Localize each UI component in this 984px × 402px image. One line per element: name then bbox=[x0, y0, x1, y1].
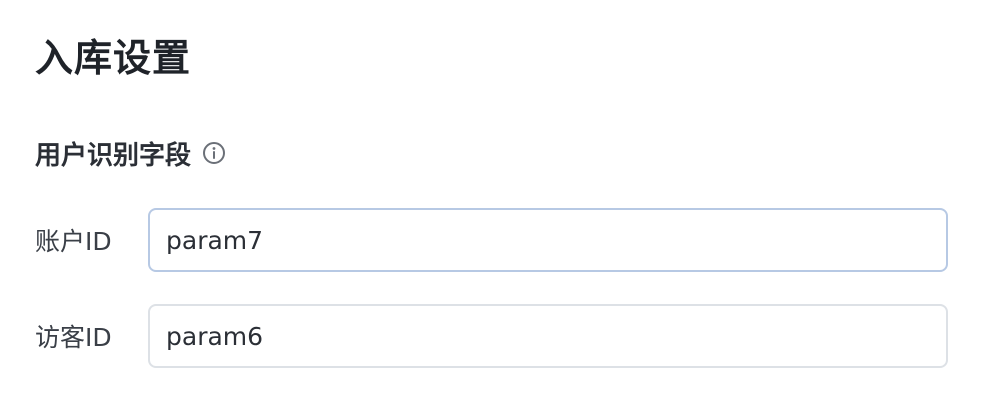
user-id-fields-heading: 用户识别字段 bbox=[35, 132, 227, 174]
info-circle-icon[interactable] bbox=[201, 140, 227, 166]
account-id-row: 账户ID bbox=[35, 208, 948, 272]
storage-settings-panel: 入库设置 用户识别字段 账户ID 访客ID bbox=[0, 0, 984, 402]
visitor-id-row: 访客ID bbox=[35, 304, 948, 368]
account-id-input[interactable] bbox=[148, 208, 948, 272]
section-title: 入库设置 bbox=[35, 36, 192, 80]
visitor-id-input[interactable] bbox=[148, 304, 948, 368]
account-id-label: 账户ID bbox=[35, 227, 112, 256]
visitor-id-label: 访客ID bbox=[35, 323, 112, 352]
user-id-fields-title: 用户识别字段 bbox=[35, 140, 192, 171]
